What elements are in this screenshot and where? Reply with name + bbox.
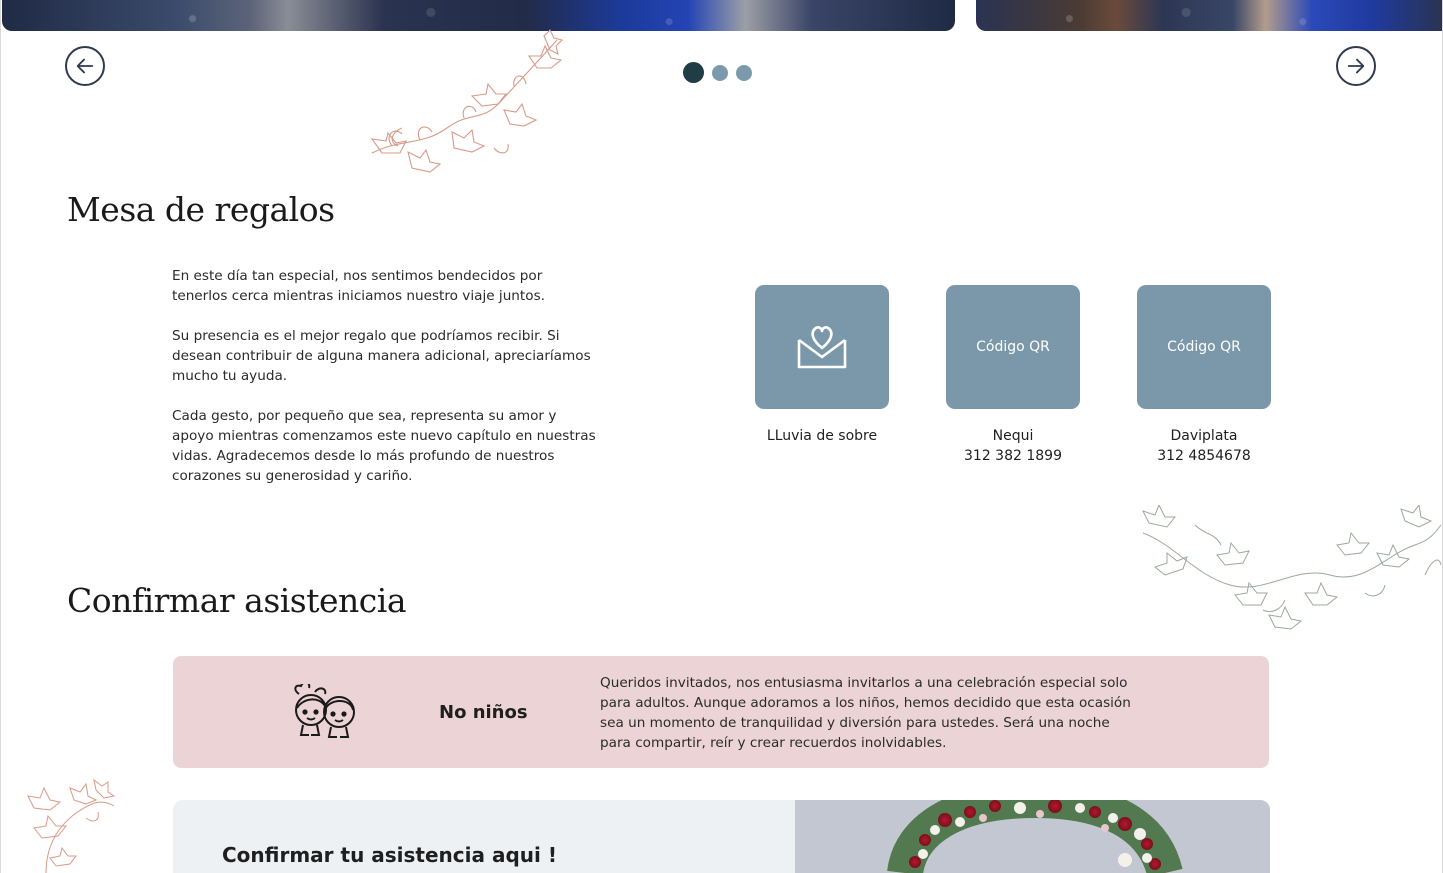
gift-label-envelope: LLuvia de sobre	[732, 426, 912, 446]
gift-card-nequi-qr[interactable]: Código QR	[946, 285, 1080, 409]
arrow-right-icon	[1347, 58, 1365, 74]
carousel-dot-3[interactable]	[736, 64, 752, 81]
children-faces-icon	[294, 684, 355, 738]
flower-arch-image	[795, 800, 1270, 873]
gifts-paragraph: Su presencia es el mejor regalo que podr…	[172, 328, 591, 384]
heart-envelope-icon	[797, 326, 847, 369]
rsvp-panel: Confirmar tu asistencia aqui !	[173, 800, 795, 873]
gifts-paragraph: En este día tan especial, nos sentimos b…	[172, 268, 545, 304]
carousel-dots	[683, 62, 752, 83]
arrow-left-icon	[76, 58, 94, 74]
gift-label-nequi: Nequi 312 382 1899	[923, 426, 1103, 466]
carousel-dot-2[interactable]	[712, 64, 728, 81]
no-kids-banner: No niños Queridos invitados, nos entusia…	[173, 656, 1269, 768]
carousel-dot-1[interactable]	[683, 62, 704, 83]
gift-label-phone: 312 382 1899	[964, 448, 1062, 464]
carousel-photo-right	[976, 0, 1443, 31]
carousel-next-button[interactable]	[1336, 46, 1376, 86]
vine-decoration-bottom-icon	[27, 778, 116, 873]
gift-label-title: Nequi	[992, 428, 1034, 444]
gifts-paragraph: Cada gesto, por pequeño que sea, represe…	[172, 408, 596, 484]
gift-label-daviplata: Daviplata 312 4854678	[1114, 426, 1294, 466]
carousel-photo-left	[2, 0, 955, 31]
gift-card-daviplata-qr[interactable]: Código QR	[1137, 285, 1271, 409]
no-kids-title: No niños	[439, 702, 528, 723]
rsvp-flower-arch-photo	[795, 800, 1270, 873]
rsvp-confirm-link[interactable]: Confirmar tu asistencia aqui !	[222, 843, 557, 867]
no-kids-text: Queridos invitados, nos entusiasma invit…	[600, 675, 1131, 751]
gifts-section-title: Mesa de regalos	[67, 190, 335, 229]
rsvp-section-title: Confirmar asistencia	[67, 581, 407, 620]
gift-label-title: Daviplata	[1170, 428, 1238, 444]
vine-decoration-right-icon	[1142, 505, 1442, 630]
gift-label-phone: 312 4854678	[1157, 448, 1251, 464]
gifts-description: En este día tan especial, nos sentimos b…	[172, 266, 602, 506]
carousel-prev-button[interactable]	[65, 46, 105, 86]
vine-decoration-top-icon	[370, 29, 564, 173]
gift-label-title: LLuvia de sobre	[766, 428, 878, 444]
gift-card-envelope[interactable]	[755, 285, 889, 409]
